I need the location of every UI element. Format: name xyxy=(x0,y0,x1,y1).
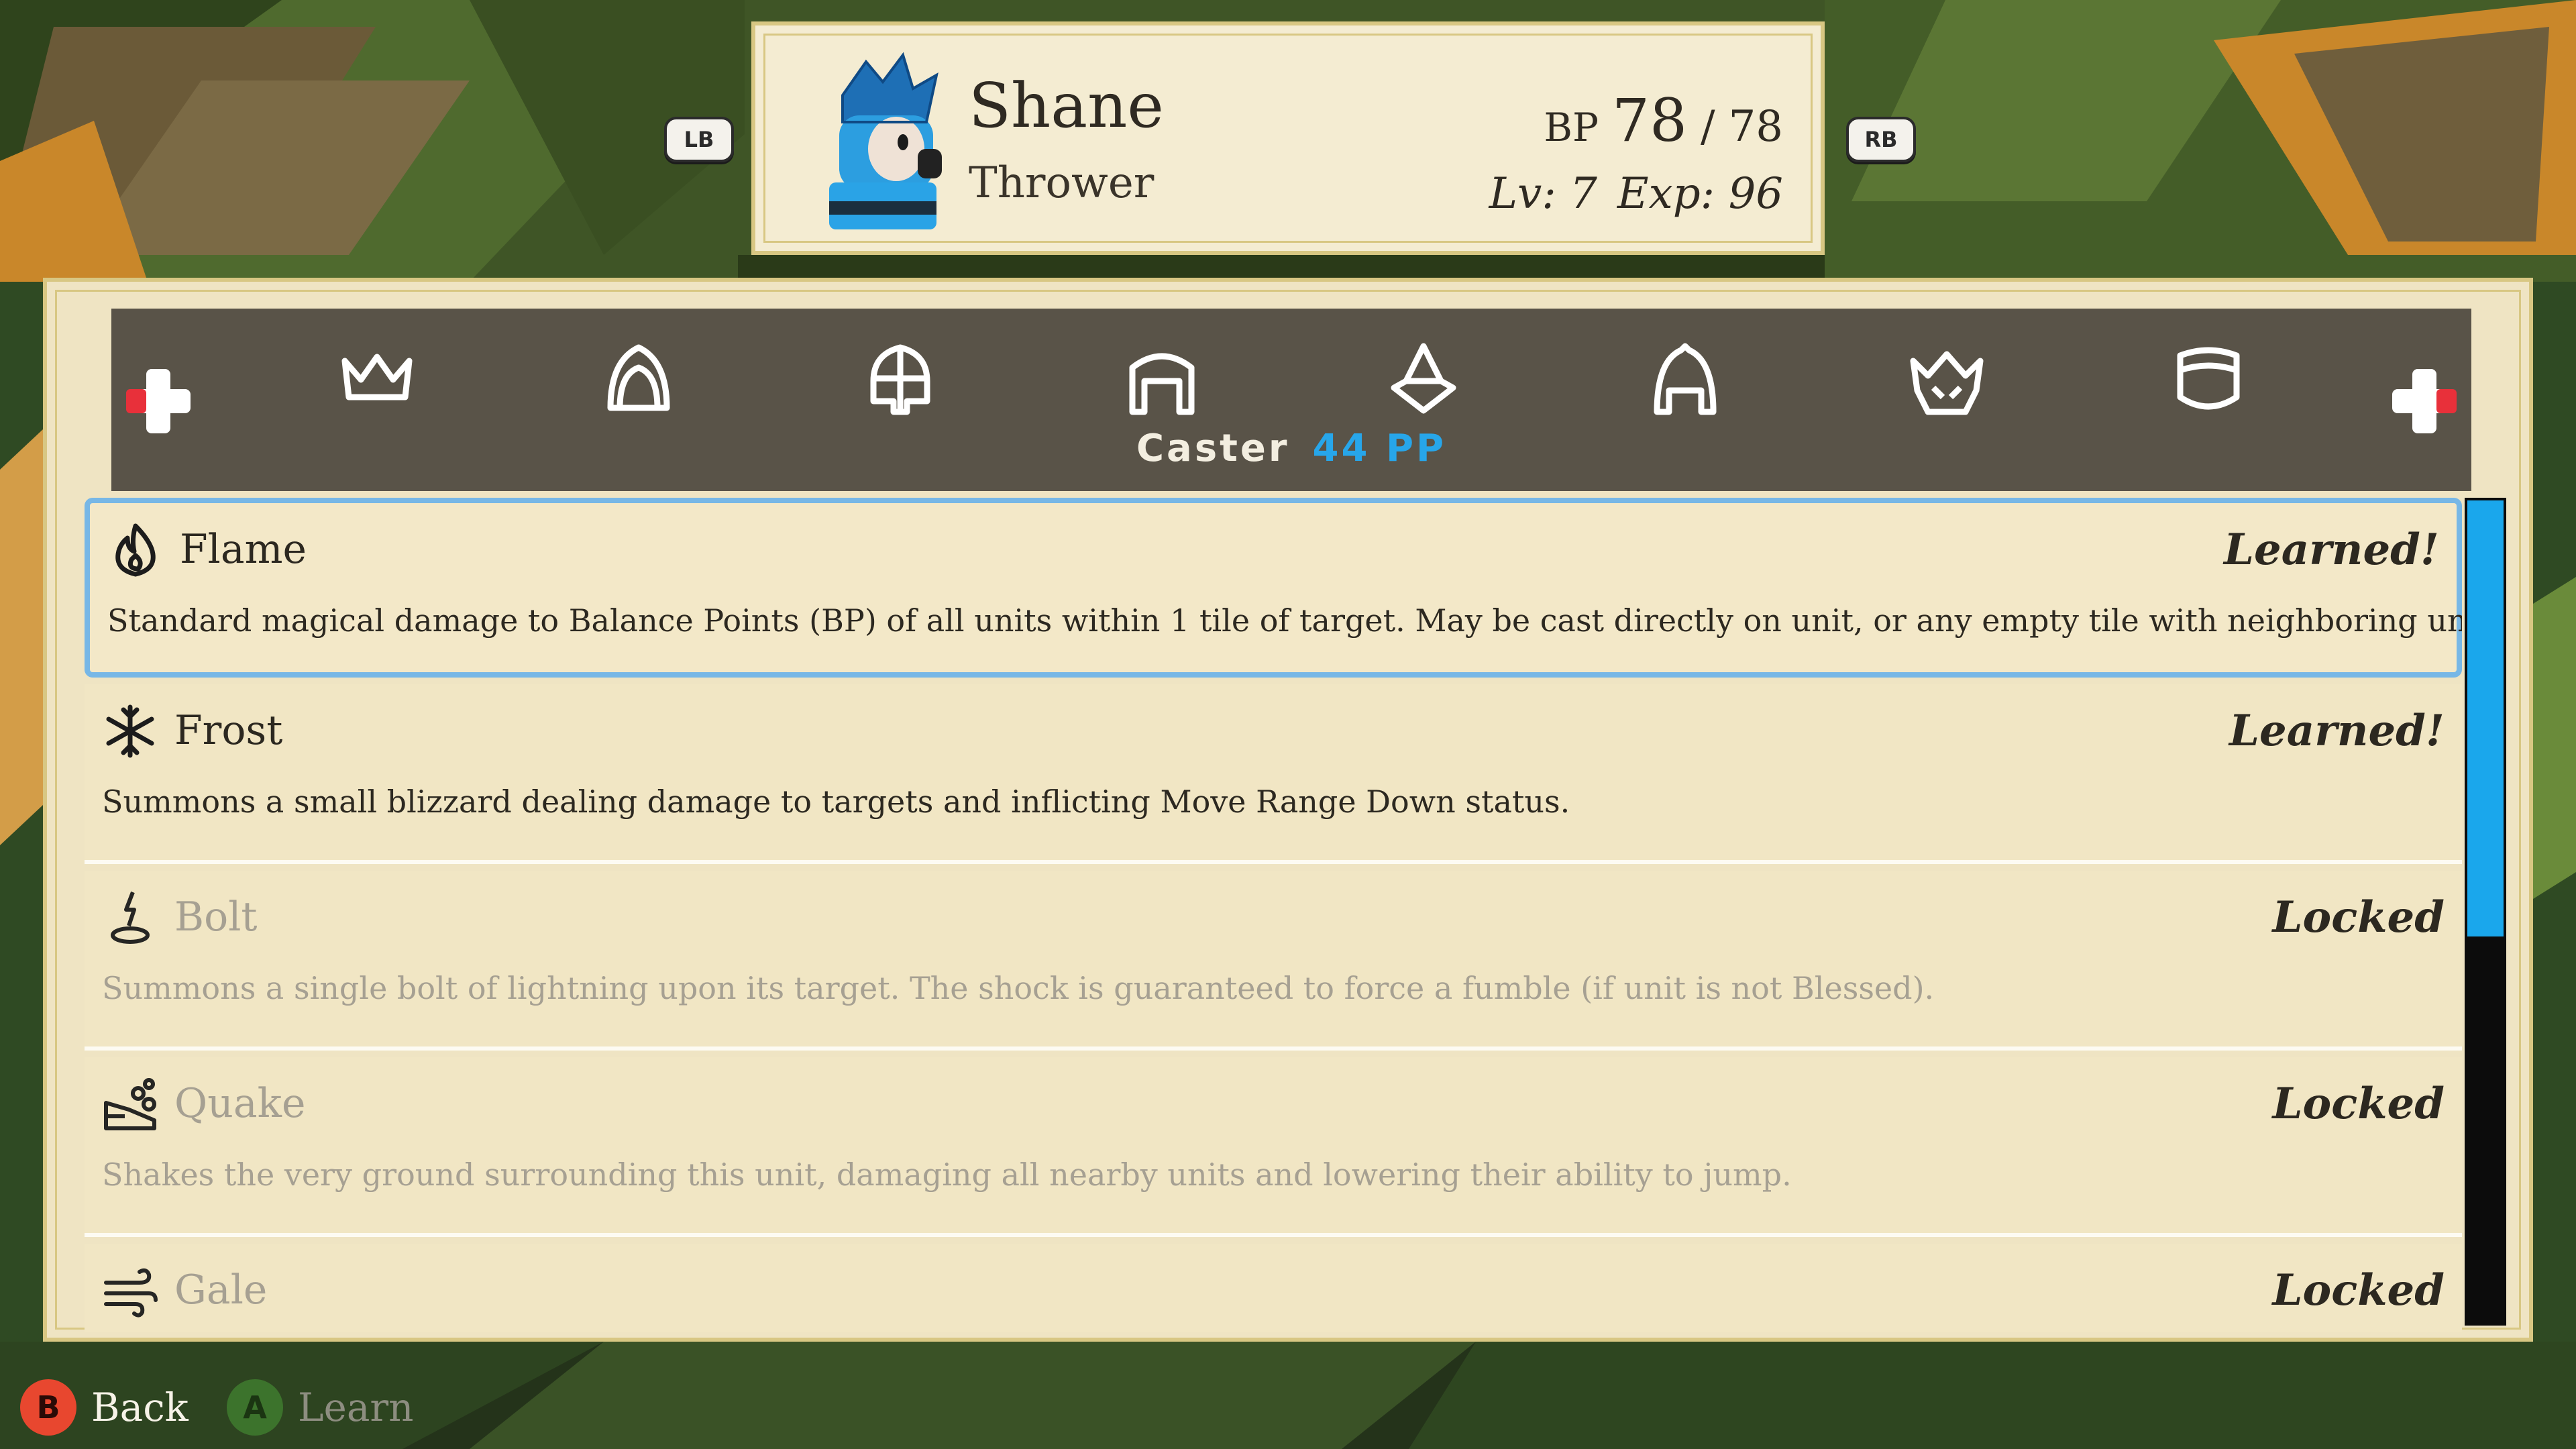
skill-description: Summons a small blizzard dealing damage … xyxy=(102,784,1570,820)
dpad-right-icon[interactable] xyxy=(2390,366,2459,436)
back-label: Back xyxy=(91,1385,189,1430)
bp-current: 78 xyxy=(1612,86,1687,155)
class-tab-bar: Caster 44 PP xyxy=(111,309,2471,491)
skill-description: Standard magical damage to Balance Point… xyxy=(107,602,2462,639)
skills-panel: Caster 44 PP Flame Learned! Standard magi… xyxy=(43,278,2533,1342)
crown-icon[interactable] xyxy=(338,341,416,419)
hood-icon[interactable] xyxy=(600,341,678,419)
learn-prompt[interactable]: A Learn xyxy=(227,1379,414,1436)
unit-portrait xyxy=(829,52,942,229)
learn-label: Learn xyxy=(298,1385,414,1430)
unit-summary-card: Shane Thrower BP 78 / 78 Lv: 7 Exp: 96 xyxy=(751,21,1825,255)
skill-row-flame[interactable]: Flame Learned! Standard magical damage t… xyxy=(85,498,2462,678)
skill-row-gale[interactable]: Gale Locked xyxy=(85,1244,2462,1332)
horned-helm-icon[interactable] xyxy=(1908,341,1986,419)
lb-bumper-hint[interactable]: LB xyxy=(664,117,734,162)
skill-description: Summons a single bolt of lightning upon … xyxy=(102,970,1935,1006)
skill-description: Shakes the very ground surrounding this … xyxy=(102,1157,1792,1193)
back-prompt[interactable]: B Back xyxy=(20,1379,189,1436)
quake-icon xyxy=(102,1076,158,1132)
skill-row-quake[interactable]: Quake Locked Shakes the very ground surr… xyxy=(85,1057,2462,1237)
arch-helm-icon[interactable] xyxy=(1123,341,1201,419)
selected-class-title: Caster 44 PP xyxy=(111,427,2471,470)
bp-max: 78 xyxy=(1728,102,1783,152)
level-exp-readout: Lv: 7 Exp: 96 xyxy=(1489,169,1783,219)
gale-icon xyxy=(102,1263,158,1319)
knight-helm-icon[interactable] xyxy=(861,341,939,419)
skill-name: Quake xyxy=(174,1080,306,1127)
skill-name: Flame xyxy=(180,526,307,573)
dpad-left-icon[interactable] xyxy=(123,366,193,436)
skill-list-scrollbar[interactable] xyxy=(2465,498,2506,1326)
unit-level: Lv: 7 xyxy=(1489,169,1597,219)
skill-row-bolt[interactable]: Bolt Locked Summons a single bolt of lig… xyxy=(85,871,2462,1051)
skill-status: Locked xyxy=(2272,1265,2445,1316)
bp-separator: / xyxy=(1701,102,1715,152)
snowflake-icon xyxy=(102,703,158,759)
b-button-icon: B xyxy=(20,1379,76,1436)
skill-status: Learned! xyxy=(2224,525,2439,575)
selected-class-name: Caster xyxy=(1136,427,1290,470)
bp-readout: BP 78 / 78 xyxy=(1544,86,1783,155)
unit-exp: Exp: 96 xyxy=(1617,169,1783,219)
skill-name: Gale xyxy=(174,1267,268,1313)
scrollbar-thumb[interactable] xyxy=(2467,500,2504,936)
skill-status: Locked xyxy=(2272,892,2445,943)
class-pp: 44 PP xyxy=(1312,427,1447,470)
unit-name: Shane xyxy=(969,70,1164,142)
skill-list: Flame Learned! Standard magical damage t… xyxy=(85,498,2462,1332)
skill-status: Locked xyxy=(2272,1079,2445,1129)
skill-row-frost[interactable]: Frost Learned! Summons a small blizzard … xyxy=(85,684,2462,864)
skill-name: Bolt xyxy=(174,894,258,941)
wizard-hat-icon[interactable] xyxy=(1385,341,1462,419)
cap-helm-icon[interactable] xyxy=(1646,341,1724,419)
skill-status: Learned! xyxy=(2229,706,2445,756)
bolt-icon xyxy=(102,890,158,946)
bp-label: BP xyxy=(1544,105,1599,150)
unit-class: Thrower xyxy=(969,158,1155,208)
bucket-helm-icon[interactable] xyxy=(2169,341,2247,419)
skill-name: Frost xyxy=(174,707,283,754)
flame-icon xyxy=(107,522,164,578)
a-button-icon: A xyxy=(227,1379,283,1436)
rb-bumper-hint[interactable]: RB xyxy=(1846,117,1916,162)
